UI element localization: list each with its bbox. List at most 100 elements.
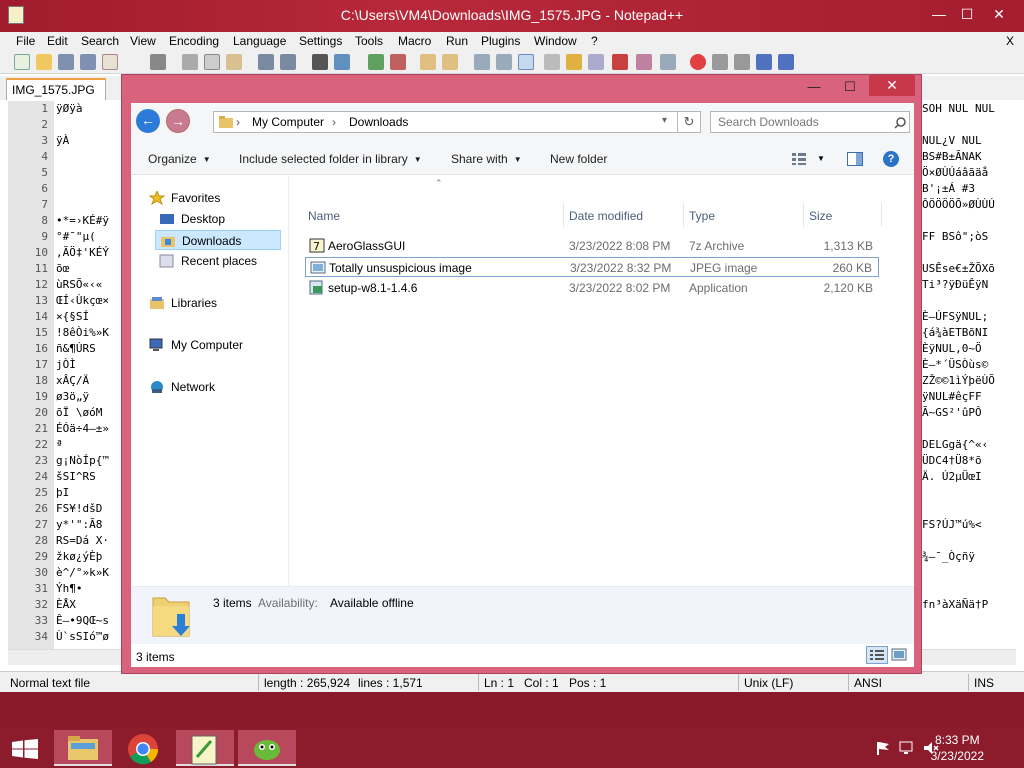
- column-type[interactable]: Type: [689, 209, 715, 223]
- undo-icon[interactable]: [258, 54, 274, 70]
- indent-guide-icon[interactable]: [518, 54, 534, 70]
- new-file-icon[interactable]: [14, 54, 30, 70]
- file-row[interactable]: setup-w8.1-1.4.6 3/23/2022 8:02 PM Appli…: [305, 278, 879, 298]
- run-macro-multiple-icon[interactable]: [756, 54, 772, 70]
- view-options-icon[interactable]: [792, 153, 806, 165]
- open-file-icon[interactable]: [36, 54, 52, 70]
- save-macro-icon[interactable]: [778, 54, 794, 70]
- save-icon[interactable]: [58, 54, 74, 70]
- include-in-library-menu[interactable]: Include selected folder in library ▼: [239, 152, 422, 166]
- paste-icon[interactable]: [226, 54, 242, 70]
- zoom-out-icon[interactable]: [390, 54, 406, 70]
- computer-icon: [149, 338, 163, 351]
- clock[interactable]: 8:33 PM 3/23/2022: [931, 732, 984, 764]
- breadcrumb-my-computer[interactable]: My Computer: [252, 115, 324, 129]
- editor-line-right-text: ZŽ©©1ìÝþëÙÕ: [922, 374, 995, 387]
- taskbar-app-gecko[interactable]: [238, 730, 296, 766]
- sync-vertical-icon[interactable]: [420, 54, 436, 70]
- doc-map-icon[interactable]: [544, 54, 560, 70]
- refresh-button[interactable]: ↻: [677, 111, 701, 133]
- play-macro-icon[interactable]: [734, 54, 750, 70]
- explorer-minimize-button[interactable]: —: [801, 77, 827, 97]
- print-icon[interactable]: [150, 54, 166, 70]
- breadcrumb-downloads[interactable]: Downloads: [349, 115, 408, 129]
- menu-help[interactable]: ?: [591, 34, 598, 48]
- doc-list-icon[interactable]: [636, 54, 652, 70]
- tab-img-1575[interactable]: IMG_1575.JPG: [6, 78, 106, 100]
- close-button[interactable]: ✕: [984, 4, 1014, 24]
- find-icon[interactable]: [312, 54, 328, 70]
- action-center-flag-icon[interactable]: [875, 741, 891, 755]
- replace-icon[interactable]: [334, 54, 350, 70]
- new-folder-button[interactable]: New folder: [550, 152, 607, 166]
- menu-settings[interactable]: Settings: [299, 34, 342, 48]
- details-availability-value: Available offline: [330, 596, 414, 610]
- menu-plugins[interactable]: Plugins: [481, 34, 520, 48]
- file-row-selected[interactable]: Totally unsuspicious image 3/23/2022 8:3…: [305, 257, 879, 277]
- menu-view[interactable]: View: [130, 34, 156, 48]
- taskbar-file-explorer[interactable]: [54, 730, 112, 766]
- details-view-icon[interactable]: [866, 646, 888, 664]
- eye-icon[interactable]: [660, 54, 676, 70]
- stop-macro-icon[interactable]: [712, 54, 728, 70]
- installer-icon: [309, 280, 323, 295]
- address-bar[interactable]: › My Computer › Downloads ▾: [213, 111, 701, 133]
- line-number: 30: [34, 566, 48, 579]
- menu-edit[interactable]: Edit: [47, 34, 68, 48]
- menu-encoding[interactable]: Encoding: [169, 34, 219, 48]
- notepad-titlebar[interactable]: C:\Users\VM4\Downloads\IMG_1575.JPG - No…: [0, 0, 1024, 32]
- menu-language[interactable]: Language: [233, 34, 286, 48]
- line-number: 6: [41, 182, 48, 195]
- record-macro-icon[interactable]: [690, 54, 706, 70]
- large-icons-view-icon[interactable]: [891, 647, 907, 663]
- back-button[interactable]: ←: [136, 109, 160, 133]
- menu-window[interactable]: Window: [534, 34, 577, 48]
- file-row[interactable]: 7 AeroGlassGUI 3/23/2022 8:08 PM 7z Arch…: [305, 236, 879, 256]
- minimize-button[interactable]: —: [924, 4, 954, 24]
- chevron-down-icon: ▼: [413, 155, 422, 165]
- close-file-icon[interactable]: [102, 54, 118, 70]
- preview-pane-icon[interactable]: [847, 152, 863, 166]
- search-icon[interactable]: [894, 117, 906, 129]
- menu-search[interactable]: Search: [81, 34, 119, 48]
- cut-icon[interactable]: [182, 54, 198, 70]
- line-number: 27: [34, 518, 48, 531]
- menu-run[interactable]: Run: [446, 34, 468, 48]
- copy-icon[interactable]: [204, 54, 220, 70]
- editor-line-right-text: ÈÿNUL,0~Ö: [922, 342, 982, 355]
- show-all-chars-icon[interactable]: [496, 54, 512, 70]
- taskbar-chrome[interactable]: [114, 730, 172, 766]
- function-list-icon[interactable]: [566, 54, 582, 70]
- windows-start-icon[interactable]: [12, 739, 38, 759]
- sync-horizontal-icon[interactable]: [442, 54, 458, 70]
- column-date-modified[interactable]: Date modified: [569, 209, 643, 223]
- chevron-down-icon[interactable]: ▼: [817, 154, 825, 163]
- search-input[interactable]: Search Downloads: [710, 111, 910, 133]
- monitoring-icon[interactable]: [612, 54, 628, 70]
- menu-file[interactable]: File: [16, 34, 35, 48]
- column-name[interactable]: Name: [308, 209, 340, 223]
- explorer-maximize-button[interactable]: ☐: [837, 77, 863, 97]
- zoom-in-icon[interactable]: [368, 54, 384, 70]
- explorer-close-button[interactable]: ✕: [869, 75, 915, 96]
- word-wrap-icon[interactable]: [474, 54, 490, 70]
- organize-menu[interactable]: Organize ▼: [148, 152, 211, 166]
- menu-macro[interactable]: Macro: [398, 34, 431, 48]
- folder-workspace-icon[interactable]: [588, 54, 604, 70]
- forward-button[interactable]: →: [166, 109, 190, 133]
- redo-icon[interactable]: [280, 54, 296, 70]
- network-tray-icon[interactable]: [899, 741, 915, 755]
- maximize-button[interactable]: ☐: [952, 4, 982, 24]
- save-all-icon[interactable]: [80, 54, 96, 70]
- share-with-menu[interactable]: Share with ▼: [451, 152, 522, 166]
- taskbar-notepadpp[interactable]: [176, 730, 234, 766]
- nav-downloads[interactable]: Downloads: [155, 230, 281, 250]
- column-size[interactable]: Size: [809, 209, 832, 223]
- help-button[interactable]: ?: [883, 151, 899, 167]
- nav-desktop-label: Desktop: [181, 212, 226, 226]
- menu-tools[interactable]: Tools: [355, 34, 383, 48]
- explorer-statusbar: 3 items: [131, 644, 914, 667]
- menu-close-doc[interactable]: X: [1006, 34, 1014, 48]
- address-dropdown-icon[interactable]: ▾: [662, 115, 667, 126]
- editor-line-left-text: !8êÒi%»K: [56, 326, 109, 339]
